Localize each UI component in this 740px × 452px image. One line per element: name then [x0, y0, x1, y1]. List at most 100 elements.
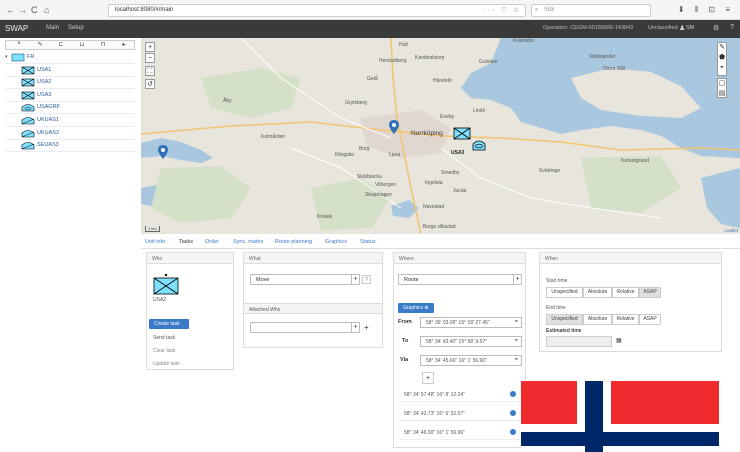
app-logo[interactable]: SWAP [5, 24, 28, 33]
reload-icon[interactable]: C [31, 5, 38, 15]
send-task-button[interactable]: Send task [153, 335, 175, 341]
start-time-unspecified-option[interactable]: Unspecified [546, 287, 583, 298]
map-place-label: Skarphagen [365, 192, 392, 198]
layers-toolbar[interactable]: ▢ ▤ [717, 78, 727, 98]
tree-item-label: FR [27, 54, 35, 60]
tab-tasks[interactable]: Tasks [179, 239, 193, 245]
url-actions-icon[interactable]: ··· ♡ ☆ [484, 6, 521, 14]
play-icon[interactable]: ▸ [115, 41, 133, 49]
to-coordinate-input[interactable]: 58° 34' 43.40" 15° 58' 9.57" ⌖ [420, 336, 522, 347]
expand-icon[interactable]: ⊓ [94, 41, 112, 49]
tree-item-ukuas2[interactable]: UKUAS2 [5, 128, 135, 140]
attached-who-select[interactable]: ▾ [250, 322, 360, 333]
armor-unit-icon[interactable] [472, 139, 486, 151]
gear-icon[interactable]: ⚙ [713, 24, 719, 32]
tree-item-usa3[interactable]: USA3 [5, 90, 135, 102]
tree-item-fr[interactable]: ▾ FR [5, 52, 135, 64]
map-view[interactable]: + − ⛶ ↺ ✎ ⬟ ⌖ ▢ ▤ Kvarsebo Hult Händelö Her… [141, 38, 740, 234]
map-place-label: Kolmården [261, 134, 286, 140]
end-time-asap-option[interactable]: ASAP [639, 314, 661, 325]
route-type-select[interactable]: Route ▾ [398, 274, 522, 285]
map-place-label: Grytsberg [345, 100, 367, 106]
waypoint-row[interactable]: 58° 34' 43.73" 16° 6' 32.57" [398, 408, 522, 421]
forward-icon[interactable]: → [18, 5, 27, 15]
map-marker-icon[interactable] [158, 145, 168, 159]
help-icon[interactable]: ? [362, 275, 371, 284]
tree-item-usa2[interactable]: USA2 [5, 77, 135, 90]
expand-caret-icon[interactable]: ▾ [5, 54, 8, 60]
tab-route-planning[interactable]: Route planning [275, 239, 312, 245]
indent-icon[interactable]: ⊏ [52, 41, 70, 49]
tab-sync-matrix[interactable]: Sync. matrix [233, 239, 263, 245]
collapse-icon[interactable]: ⊔ [73, 41, 91, 49]
waypoint-row[interactable]: 58° 34' 57.48" 16° 8' 12.24" [398, 389, 522, 402]
fullscreen-icon[interactable]: ⛶ [145, 66, 155, 76]
browser-menu-icons[interactable]: ⬇ ⫴ ⊡ ≡ [678, 5, 734, 15]
tab-graphics[interactable]: Graphics [325, 239, 347, 245]
waypoint-coordinate: 58° 34' 46.00" 16° 1' 56.96" [404, 430, 465, 436]
end-time-label: End time [546, 305, 566, 311]
locate-icon[interactable]: ↺ [145, 79, 155, 89]
map-place-label: Hult [399, 42, 408, 48]
zoom-out-button[interactable]: − [145, 53, 155, 63]
where-panel-title: Where [394, 253, 525, 264]
create-task-button[interactable]: Create task [149, 319, 189, 329]
start-time-asap-option[interactable]: ASAP [639, 287, 661, 298]
estimated-time-input[interactable] [546, 336, 612, 347]
friendly-hq-icon [11, 53, 25, 62]
calendar-icon[interactable]: ▦ [616, 337, 622, 344]
tab-status[interactable]: Status [360, 239, 376, 245]
task-type-select[interactable]: Move ▾ [250, 274, 360, 285]
map-place-label: Borgs villastad [423, 224, 456, 230]
graphics-button[interactable]: Graphics ⊕ [398, 303, 434, 313]
menu-setup[interactable]: Setup [68, 25, 84, 31]
tree-item-usagrf[interactable]: USAGRF [5, 102, 135, 115]
home-icon[interactable]: ⌂ [44, 5, 49, 15]
from-coordinate-input[interactable]: 58° 36' 03.06" 15° 18' 27.45" ⌖ [420, 317, 522, 328]
waypoint-action-icon[interactable] [510, 429, 516, 435]
help-icon[interactable]: ? [730, 24, 734, 31]
add-waypoint-button[interactable]: + [422, 372, 434, 384]
end-time-relative-option[interactable]: Relative [612, 314, 639, 325]
zoom-in-button[interactable]: + [145, 42, 155, 52]
waypoint-row[interactable]: 58° 34' 46.00" 16° 1' 56.96" [398, 427, 522, 440]
crosshair-icon[interactable]: ⌖ [515, 319, 518, 326]
user-name[interactable]: SM [686, 25, 694, 31]
attached-who-label: Attached Who [249, 307, 281, 313]
delete-icon[interactable]: × [10, 41, 28, 49]
map-marker-icon[interactable] [389, 120, 399, 134]
operation-id: Operation: CEGM-00189686-143843 [543, 25, 634, 31]
end-time-unspecified-option[interactable]: Unspecified [546, 314, 583, 325]
waypoint-coordinate: 58° 34' 57.48" 16° 8' 12.24" [404, 392, 465, 398]
tree-item-ukuas1[interactable]: UKUAS1 [5, 115, 135, 127]
start-time-relative-option[interactable]: Relative [612, 287, 639, 298]
browser-toolbar: ← → C ⌂ localhost:8080/#/main ··· ♡ ☆ ⌕ … [0, 0, 740, 20]
from-label: From [398, 319, 412, 325]
infantry-unit-icon [21, 78, 35, 87]
via-coordinate-input[interactable]: 58° 34' 45.66" 16° 1' 56.90" ⌖ [420, 355, 522, 366]
armor-unit-icon [21, 104, 35, 112]
waypoint-action-icon[interactable] [510, 391, 516, 397]
tab-unit-info[interactable]: Unit info [145, 239, 165, 245]
task-tabs: Unit info Tasks Order Sync. matrix Route pla… [141, 236, 740, 249]
crosshair-icon[interactable]: ⌖ [515, 338, 518, 345]
estimated-time-label: Estimated time [546, 328, 582, 334]
tree-item-usa1[interactable]: USA1 [5, 65, 135, 77]
draw-toolbar[interactable]: ✎ ⬟ ⌖ [717, 42, 727, 76]
tree-item-seuas3[interactable]: SEUAS3 [5, 140, 135, 153]
map-attribution-link[interactable]: Leaflet [724, 228, 738, 233]
add-attached-button[interactable]: + [364, 323, 369, 332]
menu-main[interactable]: Main [46, 25, 59, 31]
url-bar[interactable]: localhost:8080/#/main ··· ♡ ☆ [108, 4, 526, 17]
update-task-button[interactable]: Update task [153, 361, 180, 367]
clear-task-button[interactable]: Clear task [153, 348, 176, 354]
edit-icon[interactable]: ✎ [31, 41, 49, 49]
browser-search-input[interactable]: ⌕ Sök [531, 4, 651, 17]
tab-order[interactable]: Order [205, 239, 219, 245]
start-time-absolute-option[interactable]: Absolute [583, 287, 612, 298]
unit-symbol-icon[interactable] [453, 126, 471, 140]
end-time-absolute-option[interactable]: Absolute [583, 314, 612, 325]
waypoint-action-icon[interactable] [510, 410, 516, 416]
crosshair-icon[interactable]: ⌖ [515, 357, 518, 364]
back-icon[interactable]: ← [6, 5, 15, 15]
